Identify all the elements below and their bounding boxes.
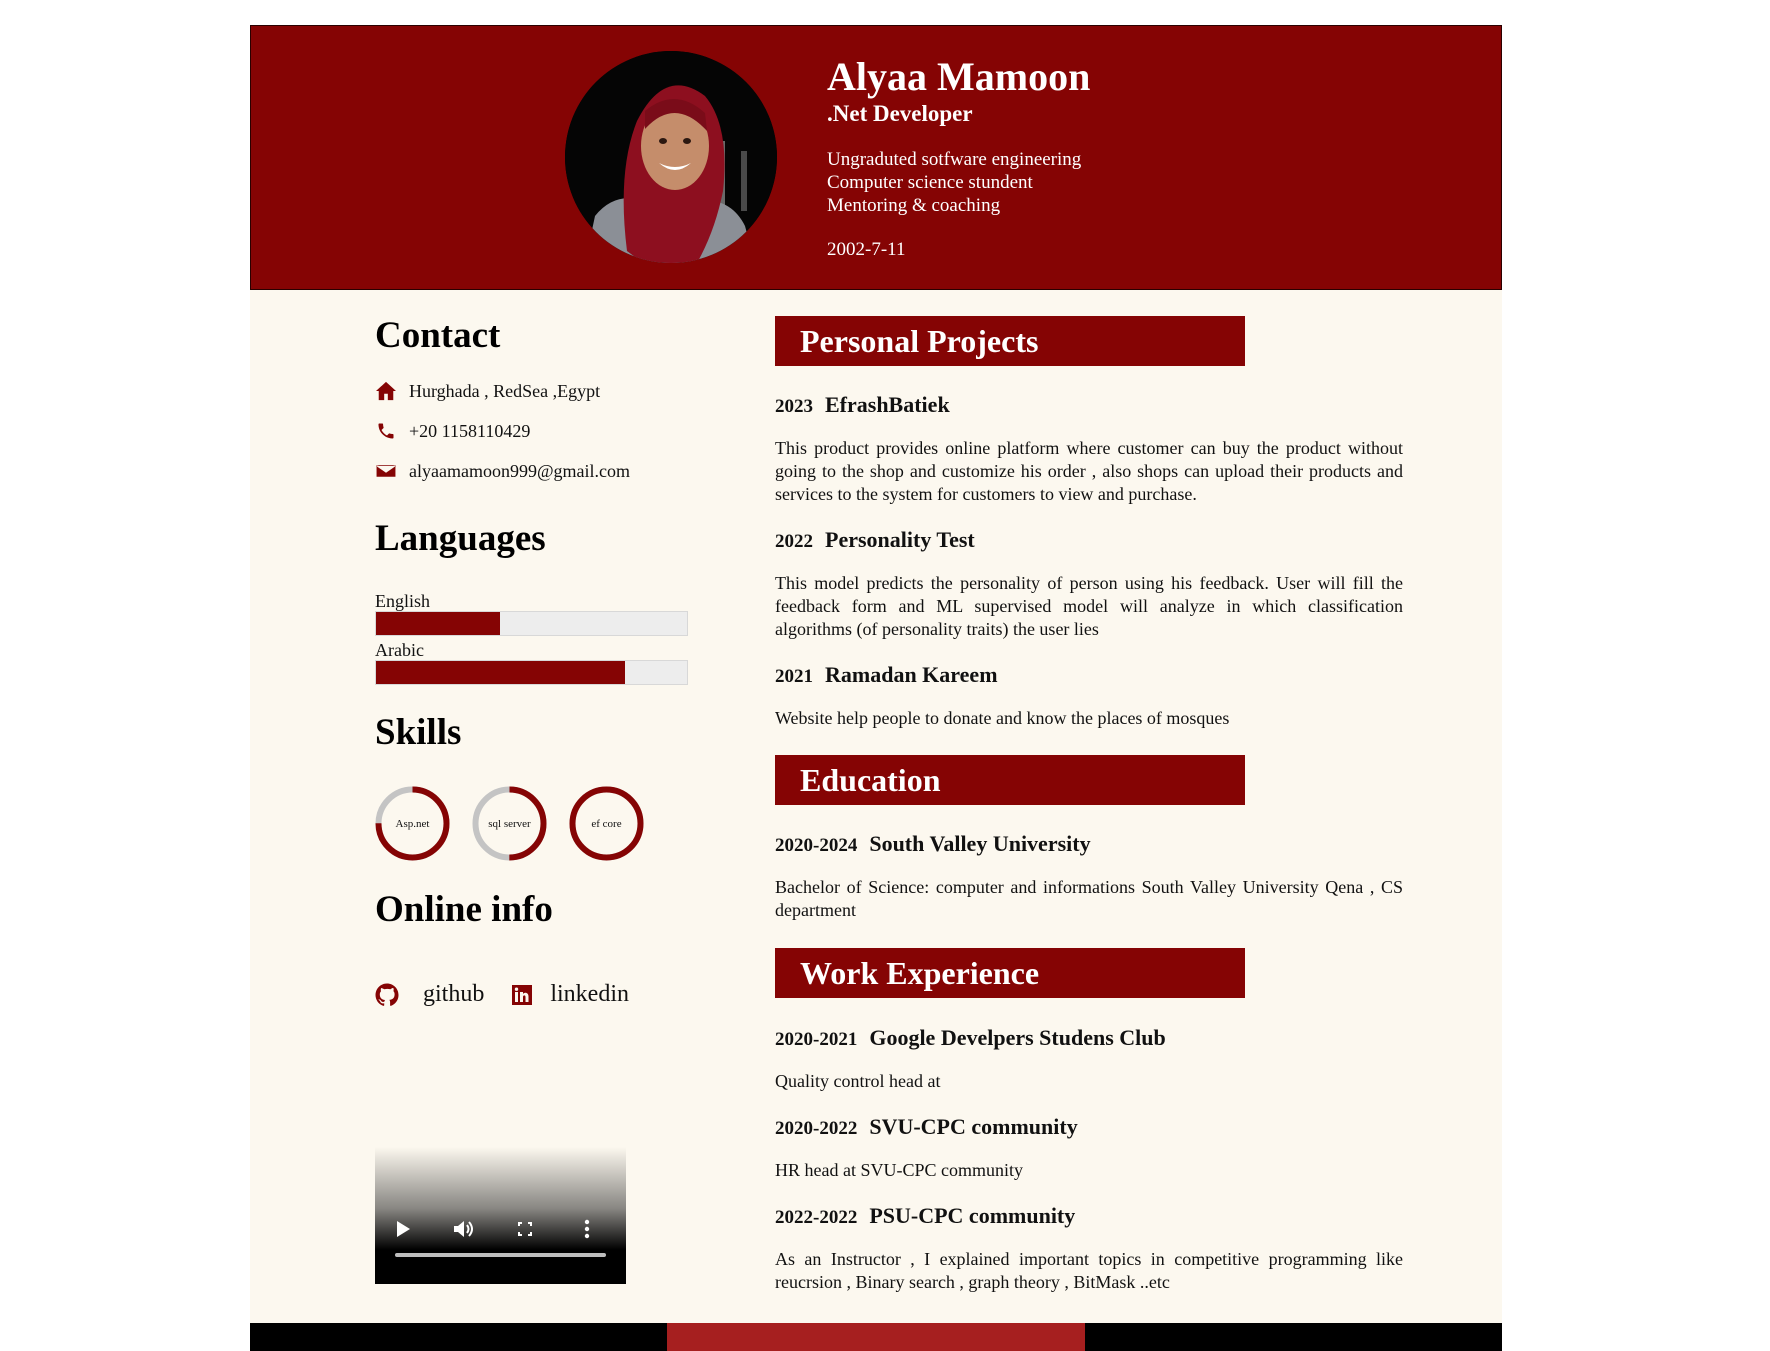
project-year: 2023 <box>775 396 813 417</box>
work-item: 2020-2022 SVU-CPC community HR head at SV… <box>775 1114 1403 1182</box>
phone-icon <box>375 421 409 441</box>
resume-page: Alyaa Mamoon .Net Developer Ungraduted s… <box>250 25 1502 1351</box>
work-year: 2020-2022 <box>775 1118 858 1139</box>
home-icon <box>375 381 409 401</box>
work-name: PSU-CPC community <box>869 1203 1076 1228</box>
work-experience-heading: Work Experience <box>775 948 1245 998</box>
work-description: Quality control head at <box>775 1071 941 1091</box>
education-year: 2020-2024 <box>775 835 858 856</box>
skills-heading: Skills <box>375 712 462 753</box>
linkedin-icon[interactable] <box>510 983 534 1007</box>
project-year: 2021 <box>775 666 813 687</box>
job-title: .Net Developer <box>827 101 973 126</box>
online-links: github linkedin <box>375 981 705 1008</box>
skill-ring: Asp.net <box>375 786 450 861</box>
work-name: SVU-CPC community <box>869 1114 1078 1139</box>
skill-label: sql server <box>488 817 531 830</box>
footer-bar <box>250 1323 1502 1351</box>
project-item: 2023 EfrashBatiek This product provides o… <box>775 392 1403 506</box>
work-item: 2020-2021 Google Develpers Studens Club Q… <box>775 1025 1403 1093</box>
summary-line: Computer science stundent <box>827 172 1033 193</box>
work-description: HR head at SVU-CPC community <box>775 1160 1023 1180</box>
summary-line: Mentoring & coaching <box>827 195 1001 216</box>
work-description: As an Instructor , I explained important… <box>775 1249 1403 1292</box>
project-year: 2022 <box>775 531 813 552</box>
contact-address: Hurghada , RedSea ,Egypt <box>375 371 705 411</box>
project-description: Website help people to donate and know t… <box>775 708 1230 728</box>
linkedin-link[interactable]: linkedin <box>550 981 629 1008</box>
language-bar-english <box>375 611 688 636</box>
fullscreen-icon[interactable] <box>513 1217 537 1241</box>
sidebar: Contact Hurghada , RedSea ,Egypt +20 115… <box>375 315 705 1008</box>
work-year: 2020-2021 <box>775 1029 858 1050</box>
online-info-heading: Online info <box>375 889 553 930</box>
footer-segment <box>1084 1323 1502 1351</box>
language-label: English <box>375 591 431 611</box>
contact-phone: +20 1158110429 <box>375 411 705 451</box>
education-description: Bachelor of Science: computer and inform… <box>775 877 1403 920</box>
contact-heading: Contact <box>375 315 501 356</box>
project-description: This model predicts the personality of p… <box>775 573 1403 639</box>
footer-segment <box>667 1323 1085 1351</box>
language-label: Arabic <box>375 640 424 660</box>
github-link[interactable]: github <box>423 981 484 1008</box>
languages-list: English Arabic <box>375 591 705 685</box>
project-description: This product provides online platform wh… <box>775 438 1403 504</box>
skill-label: ef core <box>591 817 622 830</box>
envelope-icon <box>375 461 409 481</box>
work-item: 2022-2022 PSU-CPC community As an Instruc… <box>775 1203 1403 1294</box>
project-name: Ramadan Kareem <box>825 662 998 687</box>
project-item: 2022 Personality Test This model predicts… <box>775 527 1403 641</box>
skill-ring: ef core <box>569 786 644 861</box>
contact-email: alyaamamoon999@gmail.com <box>375 451 705 491</box>
video-progress-bar[interactable] <box>395 1253 606 1257</box>
contact-list: Hurghada , RedSea ,Egypt +20 1158110429 … <box>375 371 705 491</box>
projects-heading: Personal Projects <box>775 316 1245 366</box>
profile-photo <box>565 51 777 263</box>
education-item: 2020-2024 South Valley University Bachelo… <box>775 831 1403 922</box>
skill-label: Asp.net <box>395 817 430 830</box>
summary-lines: Ungraduted sotfware engineering Computer… <box>827 148 1090 217</box>
person-name: Alyaa Mamoon <box>827 54 1091 99</box>
contact-phone-text: +20 1158110429 <box>409 420 531 441</box>
more-options-icon[interactable] <box>575 1217 599 1241</box>
work-name: Google Develpers Studens Club <box>869 1025 1166 1050</box>
play-icon[interactable] <box>391 1217 415 1241</box>
project-item: 2021 Ramadan Kareem Website help people t… <box>775 662 1403 730</box>
education-name: South Valley University <box>869 831 1091 856</box>
education-heading: Education <box>775 755 1245 805</box>
video-player[interactable] <box>375 1147 626 1284</box>
header-text: Alyaa Mamoon .Net Developer Ungraduted s… <box>827 54 1090 261</box>
project-name: EfrashBatiek <box>825 392 950 417</box>
github-icon[interactable] <box>375 983 399 1007</box>
language-bar-fill <box>376 612 501 635</box>
work-year: 2022-2022 <box>775 1207 858 1228</box>
language-bar-fill <box>376 661 625 684</box>
contact-address-text: Hurghada , RedSea ,Egypt <box>409 380 601 401</box>
main-content: Personal Projects 2023 EfrashBatiek This … <box>775 316 1403 1294</box>
volume-icon[interactable] <box>452 1217 476 1241</box>
languages-heading: Languages <box>375 518 546 559</box>
header: Alyaa Mamoon .Net Developer Ungraduted s… <box>250 25 1502 290</box>
language-bar-arabic <box>375 660 688 685</box>
birth-date: 2002-7-11 <box>827 239 906 260</box>
skill-ring: sql server <box>472 786 547 861</box>
footer-segment <box>250 1323 668 1351</box>
summary-line: Ungraduted sotfware engineering <box>827 149 1082 170</box>
skills-list: Asp.net sql server ef core <box>375 786 705 861</box>
contact-email-text: alyaamamoon999@gmail.com <box>409 460 631 481</box>
project-name: Personality Test <box>825 527 975 552</box>
